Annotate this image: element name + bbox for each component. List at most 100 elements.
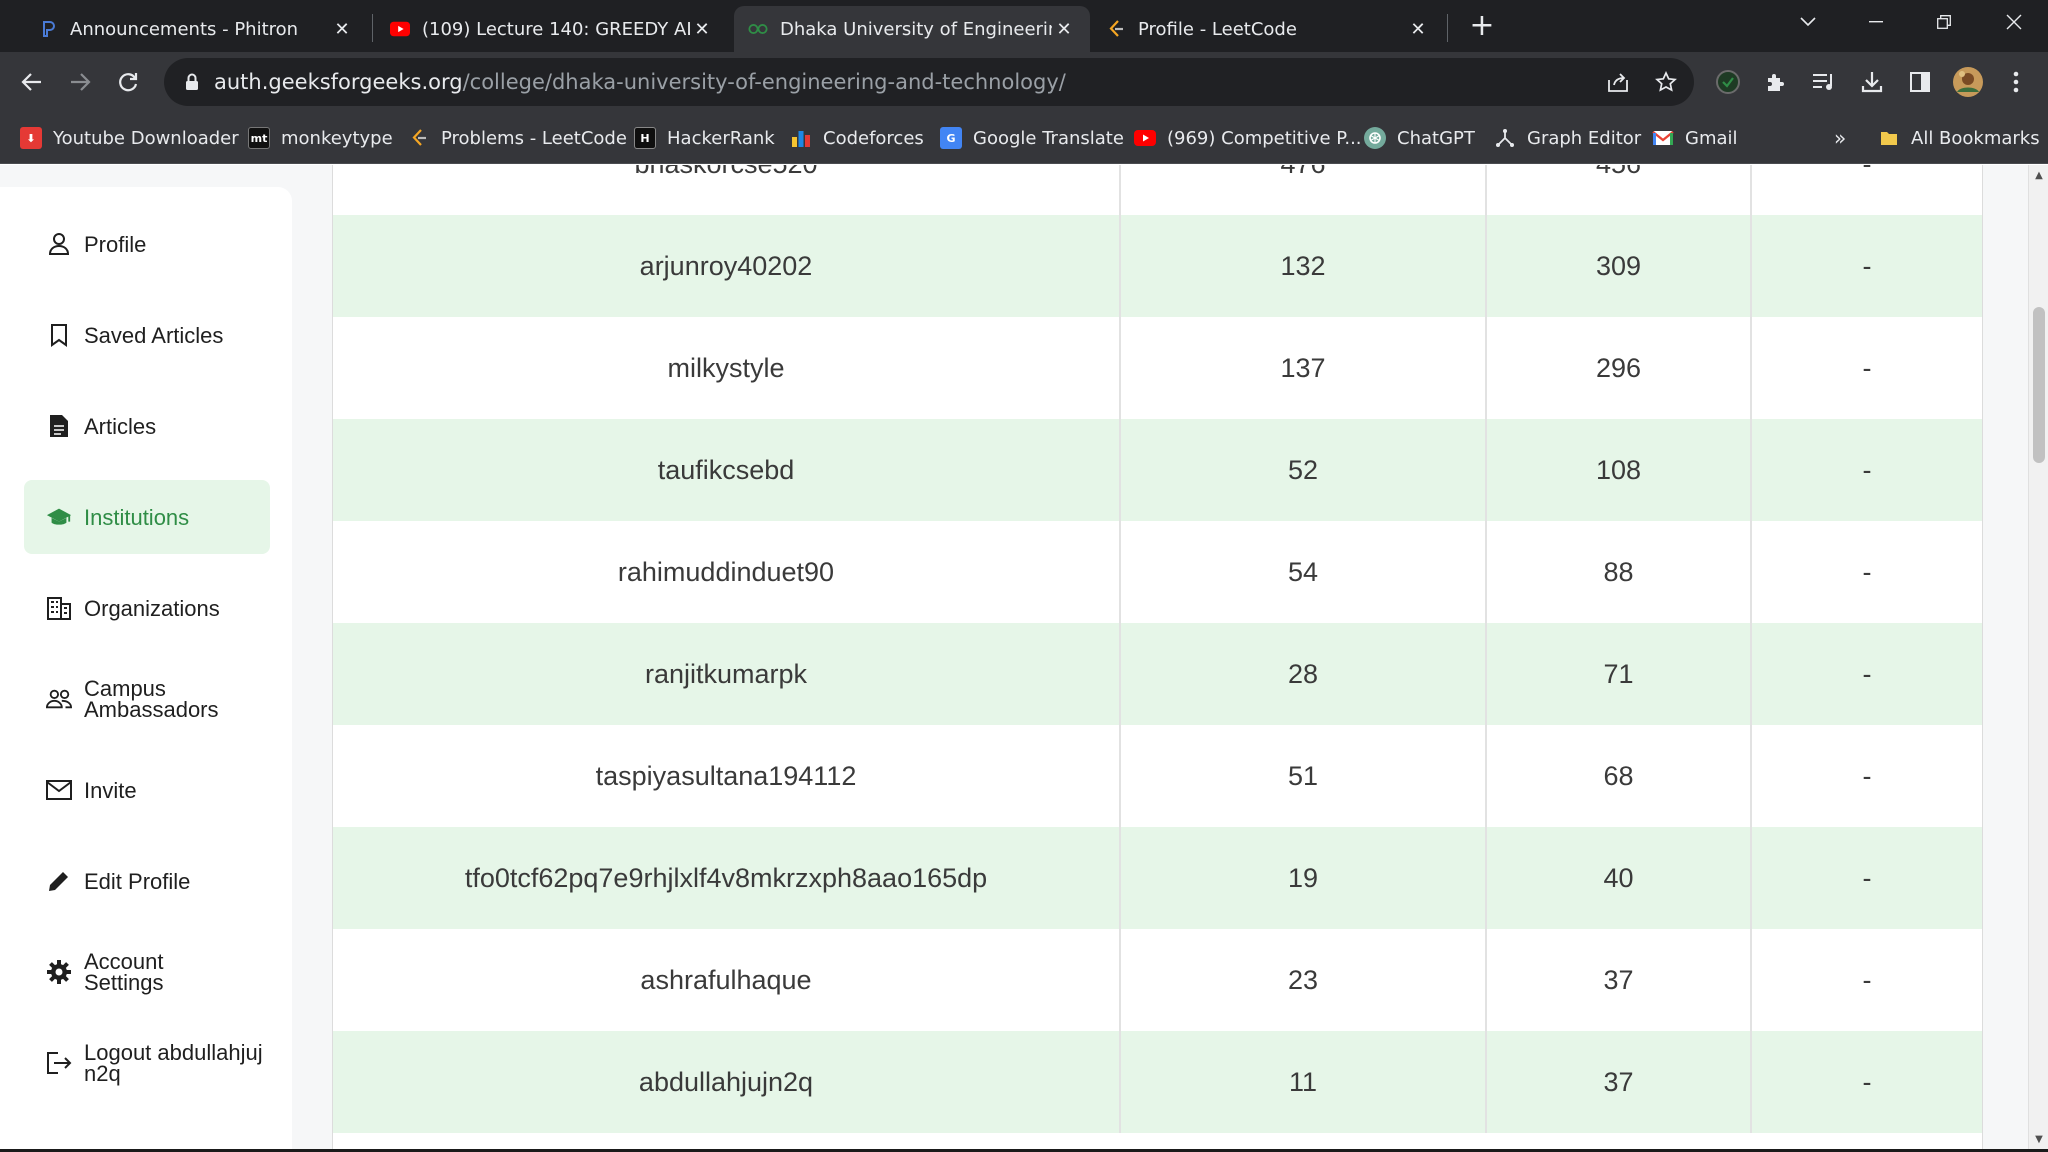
- problems-cell: 37: [1487, 1031, 1752, 1133]
- rating-cell: -: [1862, 250, 1872, 281]
- tab-gfg-college[interactable]: Dhaka University of Engineering and Tech…: [734, 6, 1090, 52]
- tab-youtube-lecture[interactable]: (109) Lecture 140: GREEDY ALGORITHMS ✕: [376, 6, 728, 52]
- table-row: ashrafulhaque 23 37 -: [333, 929, 1982, 1031]
- avatar[interactable]: [1950, 64, 1986, 100]
- bookmark-google-translate[interactable]: G Google Translate: [940, 124, 1124, 152]
- sidebar-item-label: Institutions: [84, 504, 190, 530]
- bookmark-codeforces[interactable]: Codeforces: [790, 124, 924, 152]
- media-control-icon[interactable]: [1806, 64, 1842, 100]
- sidebar-item-articles[interactable]: Articles: [24, 389, 270, 463]
- all-bookmarks-button[interactable]: All Bookmarks: [1878, 124, 2040, 152]
- username-cell[interactable]: bhaskorcse520: [333, 165, 1121, 215]
- sidebar-item-invite[interactable]: Invite: [24, 753, 270, 827]
- bookmark-icon: [46, 322, 72, 348]
- bookmarks-overflow-button[interactable]: »: [1834, 124, 1846, 152]
- problems-cell: 40: [1487, 827, 1752, 929]
- sidebar-item-profile[interactable]: Profile: [24, 207, 270, 281]
- username-cell[interactable]: ashrafulhaque: [333, 929, 1121, 1031]
- bookmark-label: HackerRank: [667, 127, 775, 149]
- gear-icon: [46, 959, 72, 985]
- share-icon[interactable]: [1604, 68, 1632, 96]
- problems-cell: 71: [1487, 623, 1752, 725]
- table-row: taufikcsebd 52 108 -: [333, 419, 1982, 521]
- sidebar-item-logout[interactable]: Logout abdullahjujn2q: [24, 1026, 270, 1100]
- sidebar-item-institutions[interactable]: Institutions: [24, 480, 270, 554]
- sidebar-item-organizations[interactable]: Organizations: [24, 571, 270, 645]
- close-tab-icon[interactable]: ✕: [1406, 17, 1430, 41]
- username-cell[interactable]: ranjitkumarpk: [333, 623, 1121, 725]
- rating-cell: -: [1862, 862, 1872, 893]
- mail-icon: [46, 777, 72, 803]
- close-tab-icon[interactable]: ✕: [1052, 17, 1076, 41]
- close-tab-icon[interactable]: ✕: [330, 17, 354, 41]
- bookmark-label: ChatGPT: [1397, 127, 1475, 149]
- star-icon[interactable]: [1652, 68, 1680, 96]
- users-icon: [46, 686, 72, 712]
- leetcode-icon: [408, 127, 430, 149]
- extension-round-icon[interactable]: [1710, 64, 1746, 100]
- bookmark-hackerrank[interactable]: H HackerRank: [634, 124, 775, 152]
- score-cell: 54: [1121, 521, 1487, 623]
- graduation-cap-icon: [46, 504, 72, 530]
- sidebar-item-edit-profile[interactable]: Edit Profile: [24, 844, 270, 918]
- bookmark-youtube-downloader[interactable]: ⬇ Youtube Downloader: [20, 124, 239, 152]
- bookmark-graph-editor[interactable]: Graph Editor: [1494, 124, 1641, 152]
- sidebar-item-saved-articles[interactable]: Saved Articles: [24, 298, 270, 372]
- username-cell[interactable]: taspiyasultana194112: [333, 725, 1121, 827]
- table-row: abdullahjujn2q 11 37 -: [333, 1031, 1982, 1133]
- lock-icon[interactable]: [182, 72, 202, 92]
- username-cell[interactable]: tfo0tcf62pq7e9rhjlxlf4v8mkrzxph8aao165dp: [333, 827, 1121, 929]
- score-cell: 51: [1121, 725, 1487, 827]
- scrollbar-thumb[interactable]: [2033, 307, 2045, 463]
- address-bar[interactable]: auth.geeksforgeeks.org/college/dhaka-uni…: [164, 58, 1694, 106]
- bookmark-gmail[interactable]: Gmail: [1652, 124, 1738, 152]
- problems-cell: 37: [1487, 929, 1752, 1031]
- bookmark-monkeytype[interactable]: mt monkeytype: [248, 124, 393, 152]
- youtube-icon: [390, 19, 410, 39]
- bookmark-label: Youtube Downloader: [53, 127, 239, 149]
- bookmark-competitive-programming[interactable]: (969) Competitive P...: [1134, 124, 1362, 152]
- side-panel-icon[interactable]: [1902, 64, 1938, 100]
- scroll-up-arrow-icon[interactable]: ▲: [2029, 165, 2048, 185]
- tab-search-icon[interactable]: [1780, 0, 1836, 44]
- username-cell[interactable]: taufikcsebd: [333, 419, 1121, 521]
- problems-cell: 108: [1487, 419, 1752, 521]
- problems-cell: 296: [1487, 317, 1752, 419]
- new-tab-button[interactable]: +: [1466, 10, 1498, 42]
- scroll-down-arrow-icon[interactable]: ▼: [2029, 1129, 2048, 1149]
- sidebar-item-label: Articles: [84, 413, 157, 439]
- username-cell[interactable]: arjunroy40202: [333, 215, 1121, 317]
- bookmark-chatgpt[interactable]: ChatGPT: [1364, 124, 1475, 152]
- download-icon[interactable]: [1854, 64, 1890, 100]
- score-cell: 19: [1121, 827, 1487, 929]
- kebab-menu-icon[interactable]: [1998, 64, 2034, 100]
- sidebar-item-campus-ambassadors[interactable]: Campus Ambassadors: [24, 662, 270, 736]
- tab-title: Announcements - Phitron: [70, 18, 299, 40]
- back-arrow-icon[interactable]: [12, 62, 52, 102]
- score-cell: 476: [1121, 165, 1487, 215]
- forward-arrow-icon[interactable]: [60, 62, 100, 102]
- username-cell[interactable]: rahimuddinduet90: [333, 521, 1121, 623]
- close-tab-icon[interactable]: ✕: [690, 17, 714, 41]
- sidebar-item-label: Saved Articles: [84, 322, 224, 348]
- google-translate-icon: G: [940, 127, 962, 149]
- rating-cell: -: [1752, 165, 1982, 215]
- username-cell[interactable]: abdullahjujn2q: [333, 1031, 1121, 1133]
- tab-separator: [372, 14, 373, 42]
- page-scrollbar[interactable]: ▲ ▼: [2028, 165, 2048, 1152]
- url-text[interactable]: auth.geeksforgeeks.org/college/dhaka-uni…: [214, 70, 1066, 94]
- minimize-icon[interactable]: [1848, 0, 1904, 44]
- puzzle-extensions-icon[interactable]: [1758, 64, 1794, 100]
- logout-icon: [46, 1050, 72, 1076]
- page-content: Profile Saved Articles Articles Institut…: [0, 165, 2028, 1152]
- score-cell: 28: [1121, 623, 1487, 725]
- username-cell[interactable]: milkystyle: [333, 317, 1121, 419]
- tab-phitron[interactable]: Announcements - Phitron ✕: [24, 6, 368, 52]
- reload-icon[interactable]: [108, 62, 148, 102]
- sidebar-item-account-settings[interactable]: Account Settings: [24, 935, 270, 1009]
- bookmark-leetcode-problems[interactable]: Problems - LeetCode: [408, 124, 627, 152]
- monkeytype-icon: mt: [248, 127, 270, 149]
- close-window-icon[interactable]: [1986, 0, 2042, 44]
- tab-leetcode-profile[interactable]: Profile - LeetCode ✕: [1092, 6, 1444, 52]
- restore-icon[interactable]: [1916, 0, 1972, 44]
